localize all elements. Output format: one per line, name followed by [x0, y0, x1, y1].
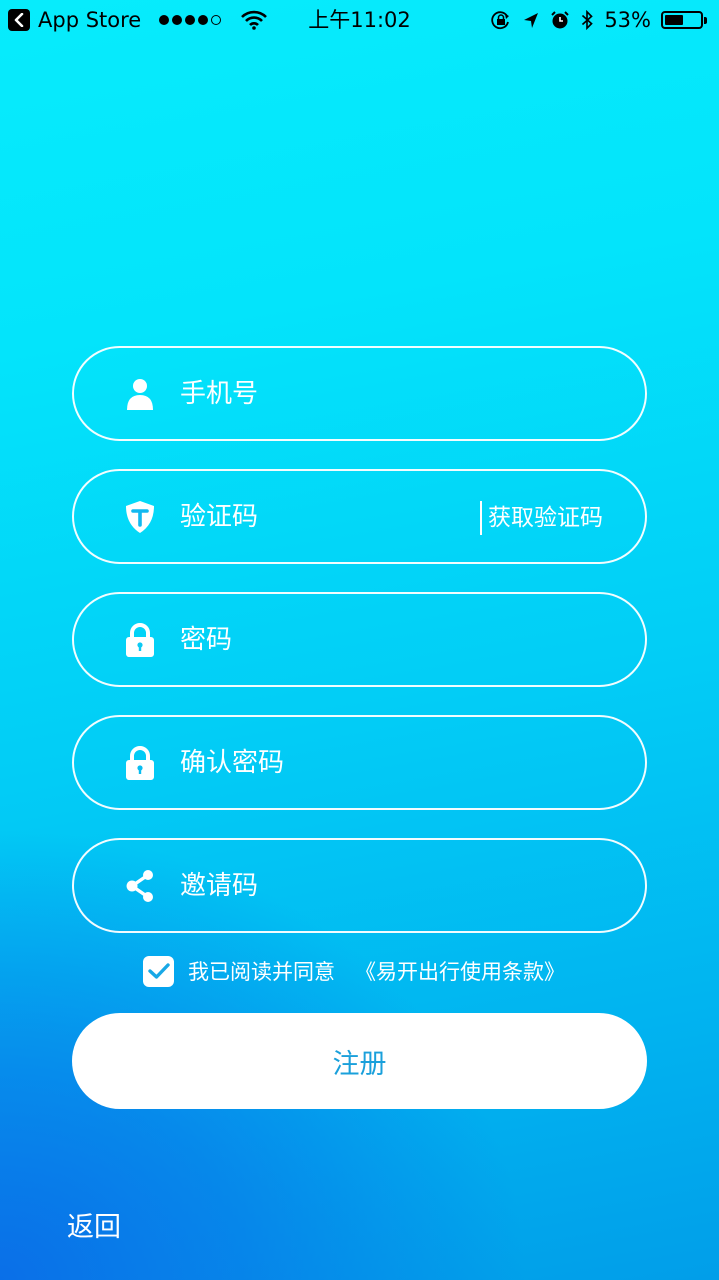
- agreement-text: 我已阅读并同意: [188, 960, 335, 984]
- checkmark-icon: [147, 963, 170, 979]
- lock-icon: [124, 622, 156, 657]
- phone-field[interactable]: [72, 346, 647, 441]
- shield-icon: [124, 500, 156, 534]
- share-icon: [124, 869, 156, 903]
- verification-code-field[interactable]: 获取验证码: [72, 469, 647, 564]
- agreement-checkbox[interactable]: [143, 955, 174, 987]
- password-input[interactable]: [178, 594, 605, 685]
- terms-link[interactable]: 《易开出行使用条款》: [355, 956, 565, 986]
- back-link[interactable]: 返回: [67, 1205, 121, 1244]
- register-button[interactable]: 注册: [72, 1013, 647, 1109]
- battery-icon: [661, 10, 709, 30]
- battery-percentage: 53%: [604, 8, 651, 32]
- confirm-password-input[interactable]: [178, 717, 605, 808]
- alarm-icon: [551, 11, 570, 29]
- password-field[interactable]: [72, 592, 647, 687]
- invite-code-input[interactable]: [178, 840, 605, 931]
- invite-code-field[interactable]: [72, 838, 647, 933]
- phone-input[interactable]: [178, 348, 605, 439]
- rotation-lock-icon: [491, 11, 510, 30]
- location-icon: [524, 13, 539, 28]
- status-bar: App Store 上午11:02 53%: [0, 0, 719, 40]
- bluetooth-icon: [582, 10, 594, 30]
- confirm-password-field[interactable]: [72, 715, 647, 810]
- user-icon: [124, 377, 156, 411]
- verification-code-input[interactable]: [178, 471, 465, 562]
- get-code-button[interactable]: 获取验证码: [480, 501, 603, 535]
- agreement-row: 我已阅读并同意 《易开出行使用条款》: [143, 954, 565, 988]
- lock-icon: [124, 745, 156, 780]
